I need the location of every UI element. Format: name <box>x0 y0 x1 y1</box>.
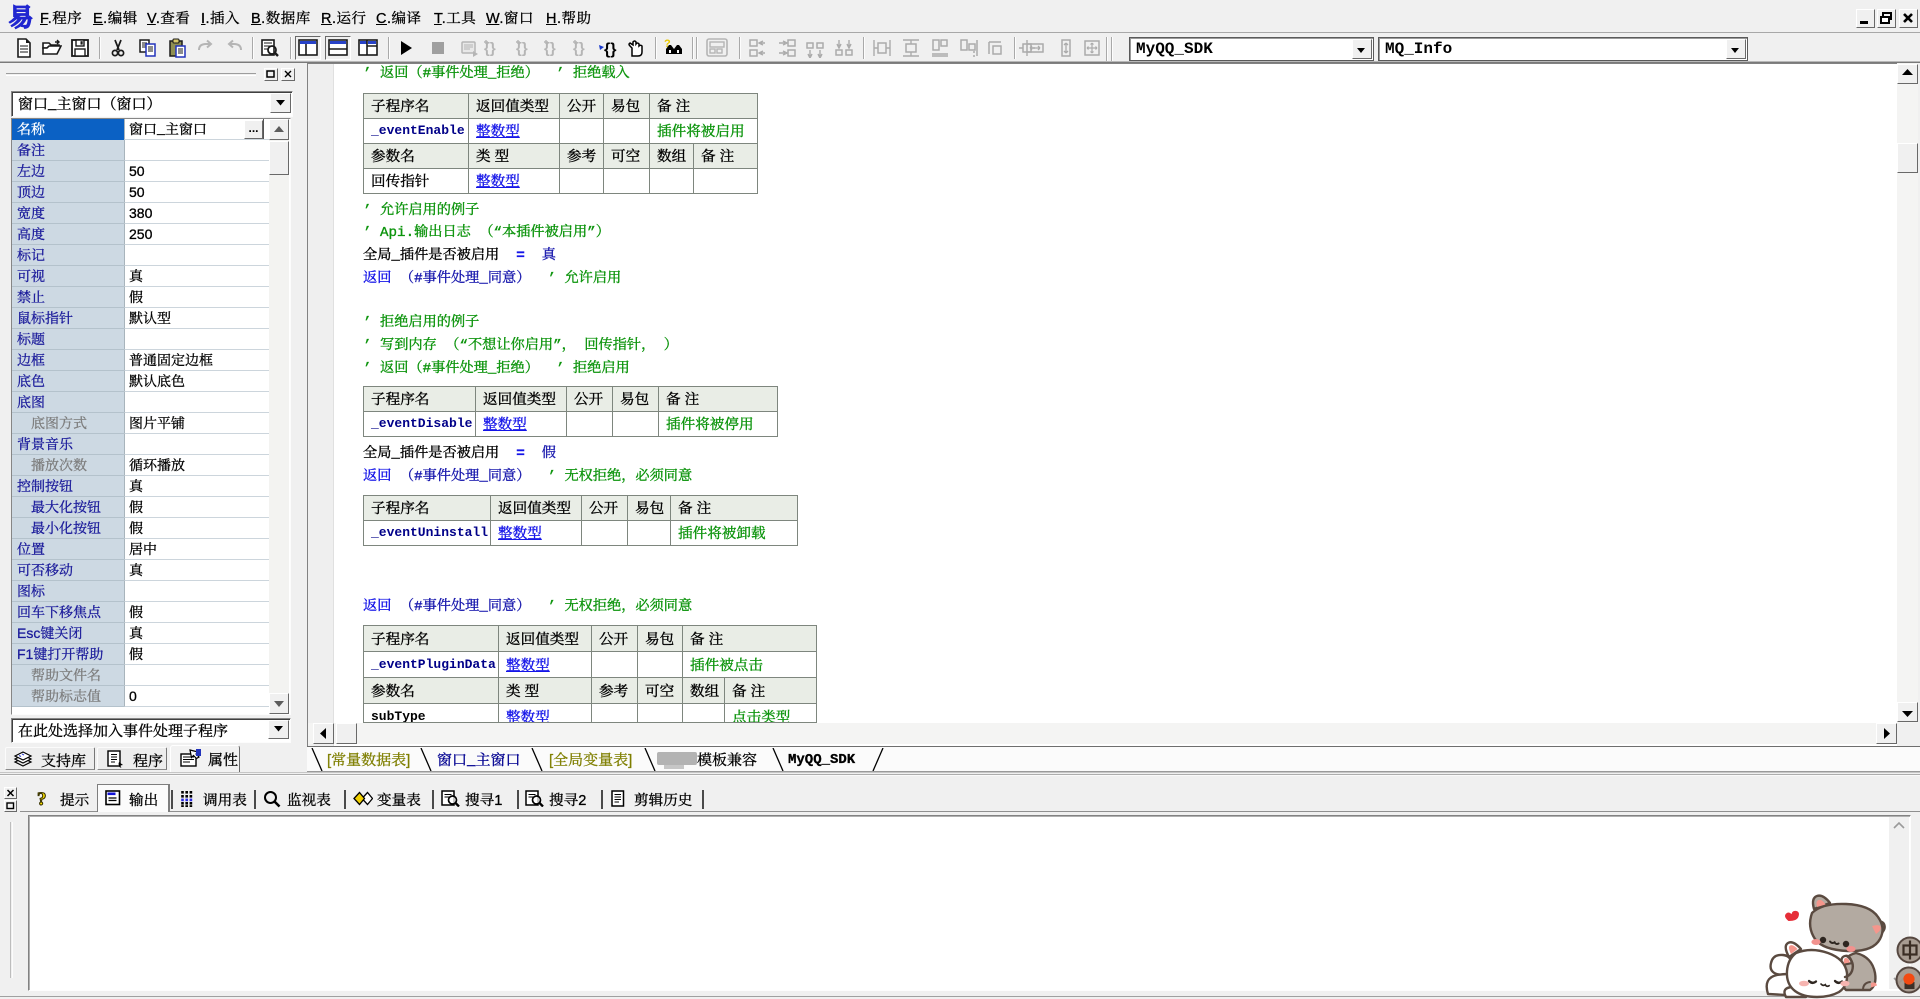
svg-text:?: ? <box>37 790 47 808</box>
svg-text:{}: {} <box>604 41 616 58</box>
svg-text:易: 易 <box>8 4 33 31</box>
